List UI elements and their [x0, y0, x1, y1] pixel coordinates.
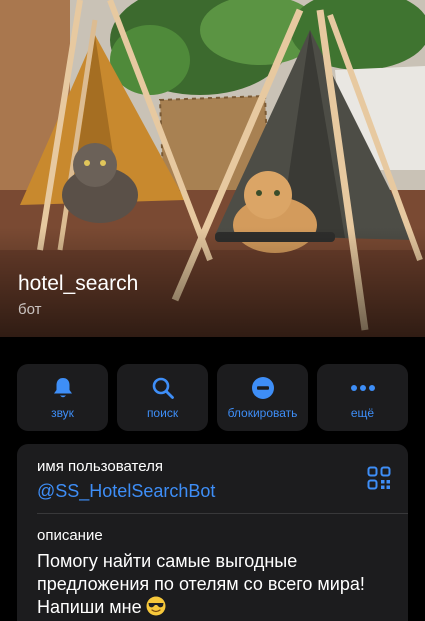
bell-icon — [17, 375, 108, 401]
qr-code-icon[interactable] — [367, 466, 391, 490]
more-button-label: ещё — [350, 406, 375, 420]
action-bar: звук поиск блокировать ещё — [17, 364, 408, 431]
mute-button-label: звук — [51, 406, 74, 420]
block-button[interactable]: блокировать — [217, 364, 308, 431]
search-button[interactable]: поиск — [117, 364, 208, 431]
profile-subtitle: бот — [18, 301, 42, 318]
block-icon — [217, 375, 308, 401]
mute-button[interactable]: звук — [17, 364, 108, 431]
description-text: Помогу найти самые выгодные предложения … — [37, 550, 382, 619]
divider — [37, 513, 408, 514]
search-icon — [117, 375, 208, 401]
username-link[interactable]: @SS_HotelSearchBot — [37, 481, 215, 502]
info-card: имя пользователя @SS_HotelSearchBot опис… — [17, 444, 408, 621]
username-label: имя пользователя — [37, 458, 163, 475]
sunglasses-emoji-icon — [146, 596, 166, 616]
more-icon — [317, 375, 408, 401]
block-button-label: блокировать — [227, 406, 298, 420]
description-body: Помогу найти самые выгодные предложения … — [37, 551, 365, 617]
more-button[interactable]: ещё — [317, 364, 408, 431]
search-button-label: поиск — [146, 406, 179, 420]
description-label: описание — [37, 527, 103, 544]
profile-name: hotel_search — [18, 272, 139, 295]
profile-photo[interactable]: hotel_search бот — [0, 0, 425, 337]
